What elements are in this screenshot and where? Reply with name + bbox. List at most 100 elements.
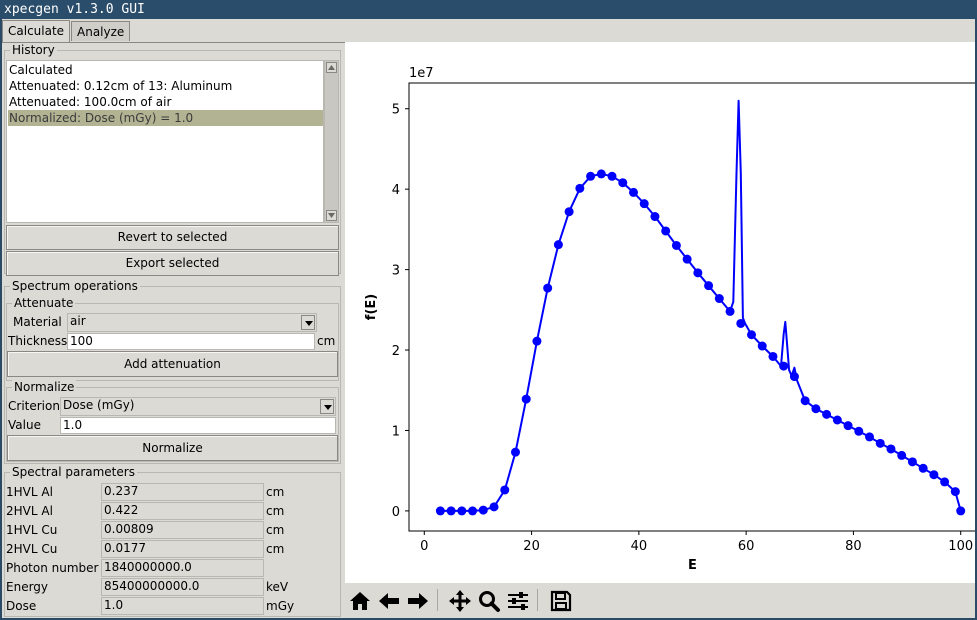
data-point <box>457 506 467 516</box>
criterion-label: Criterion <box>8 399 60 413</box>
param-unit: cm <box>266 542 285 556</box>
x-tick-label: 60 <box>738 539 755 554</box>
material-combobox[interactable]: air <box>67 313 317 332</box>
scroll-up-icon[interactable] <box>326 62 337 73</box>
data-point <box>854 426 864 436</box>
history-scrollbar[interactable] <box>324 60 339 223</box>
data-point <box>693 268 703 278</box>
material-value: air <box>70 314 86 328</box>
home-icon[interactable] <box>347 588 373 614</box>
spectrum-operations-label: Spectrum operations <box>10 279 140 293</box>
history-label: History <box>10 43 57 57</box>
normalize-value-input[interactable]: 1.0 <box>60 417 336 434</box>
data-point <box>822 409 832 419</box>
data-point <box>736 318 746 328</box>
forward-arrow-icon[interactable] <box>405 588 431 614</box>
data-point <box>564 207 574 217</box>
scroll-down-icon[interactable] <box>326 210 337 221</box>
data-point <box>489 502 499 512</box>
data-point <box>918 463 928 473</box>
data-point <box>704 281 714 291</box>
param-label: Photon number <box>6 561 99 575</box>
history-item[interactable]: Calculated <box>8 62 323 78</box>
param-unit: keV <box>266 580 289 594</box>
data-point <box>875 438 885 448</box>
param-value: 0.422 <box>101 502 264 520</box>
data-point <box>811 404 821 414</box>
history-item[interactable]: Attenuated: 100.0cm of air <box>8 94 323 110</box>
configure-subplots-icon[interactable] <box>505 588 531 614</box>
data-point <box>650 212 660 222</box>
data-point <box>940 477 950 487</box>
data-point <box>446 506 456 516</box>
tab-calculate[interactable]: Calculate <box>2 20 71 42</box>
criterion-value: Dose (mGy) <box>63 398 135 412</box>
x-tick-label: 0 <box>420 539 428 554</box>
data-point <box>757 341 767 351</box>
export-selected-button[interactable]: Export selected <box>6 251 339 276</box>
plot-canvas[interactable]: 0 20 40 60 80 100 0 1 2 3 4 5 Ef(E) 1e7 <box>345 42 977 618</box>
criterion-combobox[interactable]: Dose (mGy) <box>60 397 336 416</box>
data-point <box>682 254 692 264</box>
data-point <box>768 351 778 361</box>
param-value: 1840000000.0 <box>101 559 264 577</box>
back-arrow-icon[interactable] <box>376 588 402 614</box>
spectrum-chart: 0 20 40 60 80 100 0 1 2 3 4 5 Ef(E) 1e7 <box>364 66 977 573</box>
tab-analyze[interactable]: Analyze <box>71 21 131 41</box>
y-tick-label: 4 <box>392 183 400 198</box>
data-point <box>789 372 799 382</box>
offset-text: 1e7 <box>409 66 434 81</box>
value-label: Value <box>8 418 41 432</box>
data-point <box>543 283 553 293</box>
history-item[interactable]: Attenuated: 0.12cm of 13: Aluminum <box>8 78 323 94</box>
normalize-label: Normalize <box>12 380 77 394</box>
param-unit: mGy <box>266 599 295 613</box>
param-unit: cm <box>266 504 285 518</box>
add-attenuation-button[interactable]: Add attenuation <box>7 351 338 377</box>
data-point <box>532 336 542 346</box>
window-title: xpecgen v1.3.0 GUI <box>0 0 977 19</box>
chevron-down-icon[interactable] <box>301 315 315 330</box>
data-point <box>596 169 606 179</box>
data-point <box>575 183 585 193</box>
param-label: Energy <box>6 580 49 594</box>
thickness-unit: cm <box>317 334 336 348</box>
x-axis-label: E <box>688 558 697 573</box>
data-point <box>907 457 917 467</box>
param-unit: cm <box>266 523 285 537</box>
spectral-parameters-label: Spectral parameters <box>10 465 137 479</box>
chevron-down-icon[interactable] <box>320 399 334 414</box>
param-unit: cm <box>266 485 285 499</box>
param-label: 2HVL Cu <box>6 542 58 556</box>
history-item-selected[interactable]: Normalized: Dose (mGy) = 1.0 <box>8 110 323 126</box>
param-label: 1HVL Al <box>6 485 53 499</box>
data-point <box>929 470 939 480</box>
x-tick-label: 80 <box>845 539 862 554</box>
data-point <box>779 361 789 371</box>
data-point <box>521 394 531 404</box>
main-window: Calculate Analyze History Calculated Att… <box>2 19 977 618</box>
revert-selected-button[interactable]: Revert to selected <box>6 225 339 250</box>
zoom-icon[interactable] <box>476 588 502 614</box>
data-point <box>510 447 520 457</box>
data-point <box>468 506 478 516</box>
thickness-input[interactable]: 100 <box>67 333 315 350</box>
toolbar-separator <box>437 589 438 611</box>
save-icon[interactable] <box>548 588 574 614</box>
plot-toolbar <box>345 583 975 618</box>
data-point <box>843 421 853 431</box>
y-tick-label: 3 <box>392 264 400 279</box>
data-point <box>886 444 896 454</box>
y-tick-label: 5 <box>392 103 400 118</box>
toolbar-separator <box>537 589 538 611</box>
history-list[interactable]: Calculated Attenuated: 0.12cm of 13: Alu… <box>6 60 324 223</box>
y-tick-label: 2 <box>392 344 400 359</box>
data-point <box>956 506 966 516</box>
data-point <box>500 485 510 495</box>
data-point <box>671 240 681 250</box>
param-label: 1HVL Cu <box>6 523 58 537</box>
param-value: 0.237 <box>101 483 264 501</box>
data-point <box>478 505 488 515</box>
normalize-button[interactable]: Normalize <box>7 435 338 461</box>
pan-icon[interactable] <box>447 588 473 614</box>
